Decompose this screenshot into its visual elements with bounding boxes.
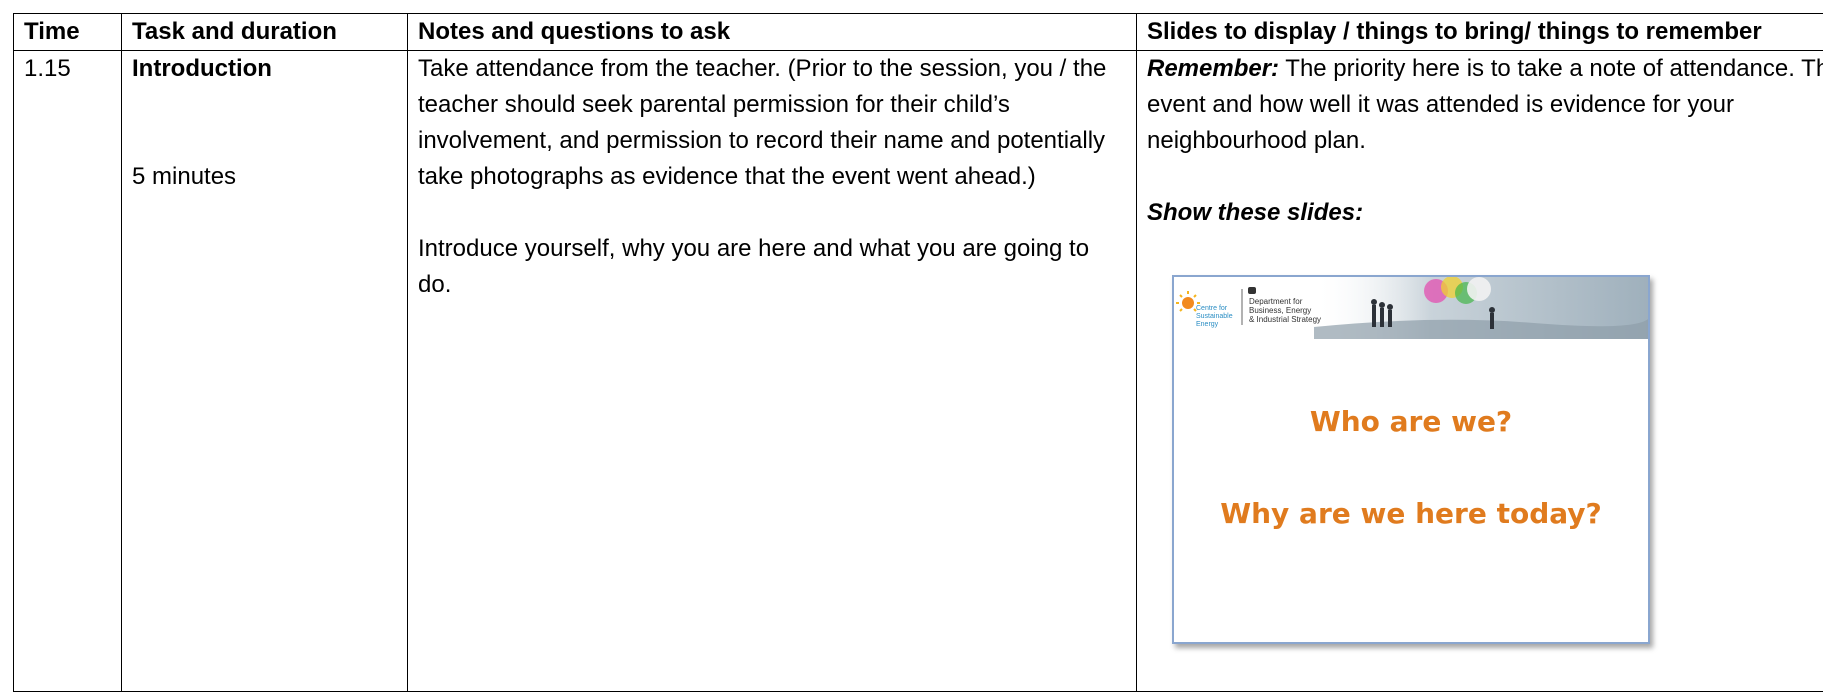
- slide-banner: [1174, 277, 1648, 339]
- remember-label: Remember:: [1147, 55, 1279, 82]
- slide-thumbnail: Centre for Sustainable Energy Department…: [1172, 275, 1650, 644]
- header-slides: Slides to display / things to bring/ thi…: [1137, 14, 1823, 51]
- cell-time: 1.15: [14, 51, 122, 692]
- notes-paragraph-introduce: Introduce yourself, why you are here and…: [418, 231, 1126, 303]
- remember-note: Remember: The priority here is to take a…: [1147, 51, 1823, 159]
- task-title: Introduction: [132, 51, 397, 87]
- cse-logo-text: Centre for Sustainable Energy: [1196, 305, 1233, 329]
- header-task-duration: Task and duration: [122, 14, 408, 51]
- cell-notes: Take attendance from the teacher. (Prior…: [408, 51, 1137, 692]
- task-duration: 5 minutes: [132, 159, 397, 195]
- show-slides-note: Show these slides:: [1147, 195, 1823, 231]
- slide-heading-why: Why are we here today?: [1174, 497, 1648, 530]
- slide-heading-who: Who are we?: [1174, 405, 1648, 438]
- cell-task: Introduction 5 minutes: [122, 51, 408, 692]
- beis-logo-text: Department for Business, Energy & Indust…: [1249, 297, 1321, 324]
- crest-icon: [1248, 287, 1256, 294]
- notes-paragraph-attendance: Take attendance from the teacher. (Prior…: [418, 51, 1126, 195]
- header-time: Time: [14, 14, 122, 51]
- show-slides-label: Show these slides:: [1147, 199, 1363, 226]
- header-notes: Notes and questions to ask: [408, 14, 1137, 51]
- header-row: Time Task and duration Notes and questio…: [14, 14, 1823, 51]
